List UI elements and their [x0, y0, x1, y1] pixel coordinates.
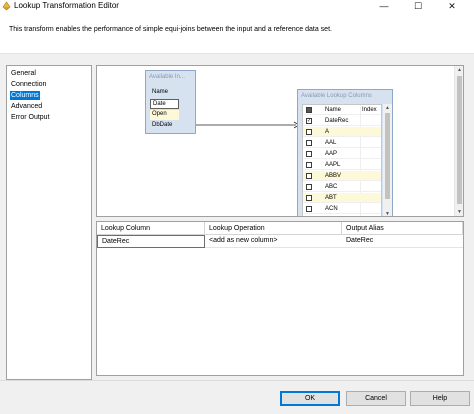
lookup-row[interactable]: ACN	[303, 204, 381, 214]
grid-header-lookup-operation[interactable]: Lookup Operation	[205, 222, 342, 235]
column-mapping-canvas[interactable]: Available In... Name Date Open DbDate Av…	[96, 65, 464, 217]
checkbox[interactable]	[306, 162, 312, 168]
grid-cell-output-alias[interactable]: DateRec	[342, 235, 463, 248]
nav-item-general[interactable]: General	[10, 69, 37, 78]
scrollbar-thumb[interactable]	[457, 76, 462, 204]
lookup-row-name: AAL	[325, 140, 337, 146]
ok-button[interactable]: OK	[280, 391, 340, 406]
lookup-row[interactable]: ABT	[303, 193, 381, 203]
checkbox[interactable]	[306, 173, 312, 179]
grid-cell-lookup-column[interactable]: DateRec	[97, 235, 205, 248]
input-column-date[interactable]: Date	[150, 99, 179, 109]
cancel-button[interactable]: Cancel	[346, 391, 406, 406]
nav-item-error-output[interactable]: Error Output	[10, 113, 51, 122]
lookup-row-name: AAPL	[325, 162, 341, 168]
lookup-row-name: ABBV	[325, 173, 342, 179]
lookup-name-header: Name	[325, 107, 342, 113]
checkbox[interactable]	[306, 184, 312, 190]
scroll-up-icon[interactable]: ▲	[455, 66, 463, 74]
lookup-row[interactable]: ✓ DateRec	[303, 116, 381, 126]
input-column-dbdate[interactable]: DbDate	[150, 121, 172, 131]
help-button[interactable]: Help	[410, 391, 470, 406]
lookup-row-name: ACN	[325, 206, 338, 212]
join-connector-line[interactable]	[196, 117, 302, 129]
input-column-open[interactable]: Open	[150, 110, 179, 120]
app-icon	[2, 1, 11, 11]
scroll-down-icon[interactable]: ▼	[383, 210, 392, 216]
checkbox[interactable]	[306, 151, 312, 157]
available-lookup-header: Available Lookup Columns	[301, 93, 372, 99]
select-all-checkbox[interactable]	[306, 107, 312, 113]
lookup-row[interactable]: AAPL	[303, 160, 381, 170]
description-text: This transform enables the performance o…	[9, 26, 332, 33]
checkbox[interactable]	[306, 206, 312, 212]
grid-cell-lookup-operation[interactable]: <add as new column>	[205, 235, 342, 248]
lookup-list-scrollbar[interactable]: ▲ ▼	[383, 104, 392, 216]
title-bar: Lookup Transformation Editor — ☐ ✕	[0, 0, 474, 14]
lookup-row[interactable]: AAP	[303, 149, 381, 159]
scrollbar-thumb[interactable]	[385, 113, 390, 199]
lookup-header-row: Name Index	[303, 105, 381, 115]
lookup-index-header: Index	[362, 107, 377, 113]
available-input-header: Available In...	[149, 74, 185, 80]
nav-item-advanced[interactable]: Advanced	[10, 102, 43, 111]
nav-item-connection[interactable]: Connection	[10, 80, 47, 89]
lookup-row-name: A	[325, 129, 330, 135]
lookup-row-name: ABT	[325, 195, 337, 201]
lookup-row[interactable]: ABBV	[303, 171, 381, 181]
nav-item-columns[interactable]: Columns	[10, 91, 40, 100]
lookup-columns-list: Name Index ✓ DateRec A AAL AAP AAPL ABBV…	[302, 104, 382, 216]
nav-panel: General Connection Columns Advanced Erro…	[6, 65, 92, 380]
checkbox-checked[interactable]: ✓	[306, 118, 312, 124]
lookup-row-name: ABC	[325, 184, 338, 190]
scroll-down-icon[interactable]: ▼	[455, 208, 463, 216]
input-column-name-header: Name	[152, 89, 169, 95]
lookup-row-name: AAP	[325, 151, 338, 157]
lookup-row-name: DateRec	[325, 118, 349, 124]
close-button[interactable]: ✕	[440, 0, 464, 12]
checkbox[interactable]	[306, 140, 312, 146]
minimize-button[interactable]: —	[372, 0, 396, 12]
window-title: Lookup Transformation Editor	[14, 1, 119, 10]
lookup-row[interactable]: A	[303, 127, 381, 137]
lookup-mapping-grid[interactable]: Lookup Column Lookup Operation Output Al…	[96, 221, 464, 376]
maximize-button[interactable]: ☐	[406, 0, 430, 12]
grid-header-output-alias[interactable]: Output Alias	[342, 222, 463, 235]
canvas-scrollbar[interactable]: ▲ ▼	[454, 66, 463, 216]
checkbox[interactable]	[306, 195, 312, 201]
lookup-row[interactable]: ABC	[303, 182, 381, 192]
checkbox[interactable]	[306, 129, 312, 135]
available-input-columns-box[interactable]: Available In... Name Date Open DbDate	[145, 70, 196, 134]
lookup-row[interactable]: AAL	[303, 138, 381, 148]
scroll-up-icon[interactable]: ▲	[383, 104, 392, 112]
available-lookup-columns-box[interactable]: Available Lookup Columns Name Index ✓ Da…	[297, 89, 393, 216]
grid-header-lookup-column[interactable]: Lookup Column	[97, 222, 205, 235]
